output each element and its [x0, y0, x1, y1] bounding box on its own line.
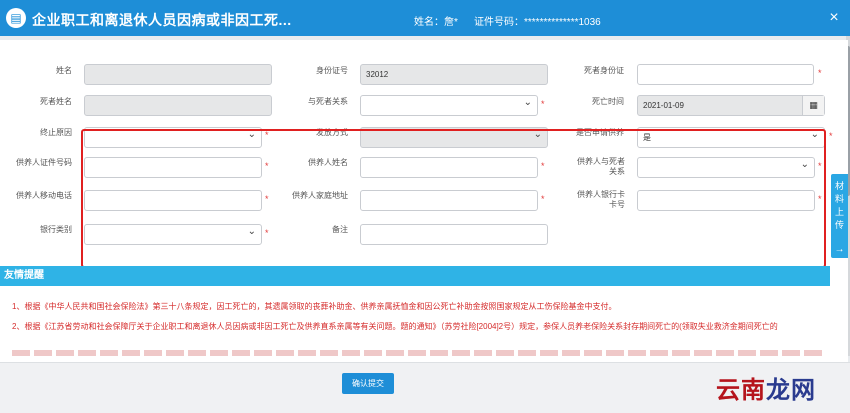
deceased-id-label: 死者身份证 — [584, 66, 624, 75]
dependent-bank-card-input[interactable] — [637, 190, 815, 211]
required-mark: * — [541, 194, 545, 204]
blurred-text — [12, 350, 822, 356]
death-time-field: 2021-01-09 ▦ — [637, 95, 825, 116]
tips-header: 友情提醒 — [0, 266, 830, 286]
payment-method-select — [360, 127, 548, 148]
dependent-bank-card-label: 供养人银行卡卡号 — [577, 190, 625, 209]
is-dependent-label: 是否申请供养 — [576, 128, 624, 137]
document-icon: ▤ — [6, 8, 26, 28]
remark-label: 备注 — [332, 225, 348, 234]
watermark-logo: 云南龙网 — [716, 377, 816, 404]
relation-select[interactable] — [360, 95, 538, 116]
required-mark: * — [265, 194, 269, 204]
dependent-relation-label: 供养人与死者关系 — [577, 157, 625, 176]
dependent-id-input[interactable] — [84, 157, 262, 178]
dependent-name-input[interactable] — [360, 157, 538, 178]
required-mark: * — [818, 194, 822, 204]
death-time-label: 死亡时间 — [592, 97, 624, 106]
dependent-address-input[interactable] — [360, 190, 538, 211]
material-upload-label: 材料上传 — [834, 181, 844, 230]
dialog-title: 企业职工和离退休人员因病或非因工死... — [32, 12, 292, 28]
id-number-field: 32012 — [360, 64, 548, 85]
death-time-value: 2021-01-09 — [643, 101, 684, 110]
required-mark: * — [265, 228, 269, 238]
name-label: 姓名 — [56, 66, 72, 75]
remark-input[interactable] — [360, 224, 548, 245]
required-mark: * — [818, 161, 822, 171]
dependent-phone-label: 供养人移动电话 — [16, 191, 72, 200]
required-mark: * — [829, 131, 833, 141]
applicant-name: 姓名：詹* — [414, 17, 458, 28]
deceased-name-label: 死者姓名 — [40, 97, 72, 106]
termination-reason-select[interactable] — [84, 127, 262, 148]
bank-type-label: 银行类别 — [40, 225, 72, 234]
required-mark: * — [265, 161, 269, 171]
required-mark: * — [265, 130, 269, 140]
dependent-name-label: 供养人姓名 — [308, 158, 348, 167]
required-mark: * — [541, 99, 545, 109]
relation-label: 与死者关系 — [308, 97, 348, 106]
dependent-id-label: 供养人证件号码 — [16, 158, 72, 167]
required-mark: * — [818, 68, 822, 78]
bank-type-select[interactable] — [84, 224, 262, 245]
tip-item-1: 1、根据《中华人民共和国社会保险法》第三十八条规定，因工死亡的，其遗属领取的丧葬… — [12, 302, 617, 311]
dependent-relation-select[interactable] — [637, 157, 815, 178]
payment-method-label: 发放方式 — [316, 128, 348, 137]
submit-button[interactable]: 确认提交 — [342, 373, 394, 394]
is-dependent-select[interactable]: 是 — [637, 127, 825, 148]
deceased-name-field — [84, 95, 272, 116]
id-number-label: 身份证号 — [316, 66, 348, 75]
calendar-icon[interactable]: ▦ — [802, 96, 824, 115]
dependent-address-label: 供养人家庭地址 — [292, 191, 348, 200]
material-upload-tab[interactable]: 材料上传 → — [831, 174, 848, 258]
dialog-titlebar: ▤ 企业职工和离退休人员因病或非因工死... 姓名：詹* 证件号码：******… — [0, 0, 850, 36]
applicant-id: 证件号码：**************1036 — [474, 17, 601, 28]
arrow-right-icon: → — [834, 244, 845, 255]
termination-reason-label: 终止原因 — [40, 128, 72, 137]
tip-item-2: 2、根据《江苏省劳动和社会保障厅关于企业职工和离退休人员因病或非因工死亡及供养直… — [12, 322, 778, 331]
name-field — [84, 64, 272, 85]
close-icon[interactable]: × — [826, 9, 842, 27]
dependent-phone-input[interactable] — [84, 190, 262, 211]
deceased-id-input[interactable] — [637, 64, 814, 85]
required-mark: * — [541, 161, 545, 171]
